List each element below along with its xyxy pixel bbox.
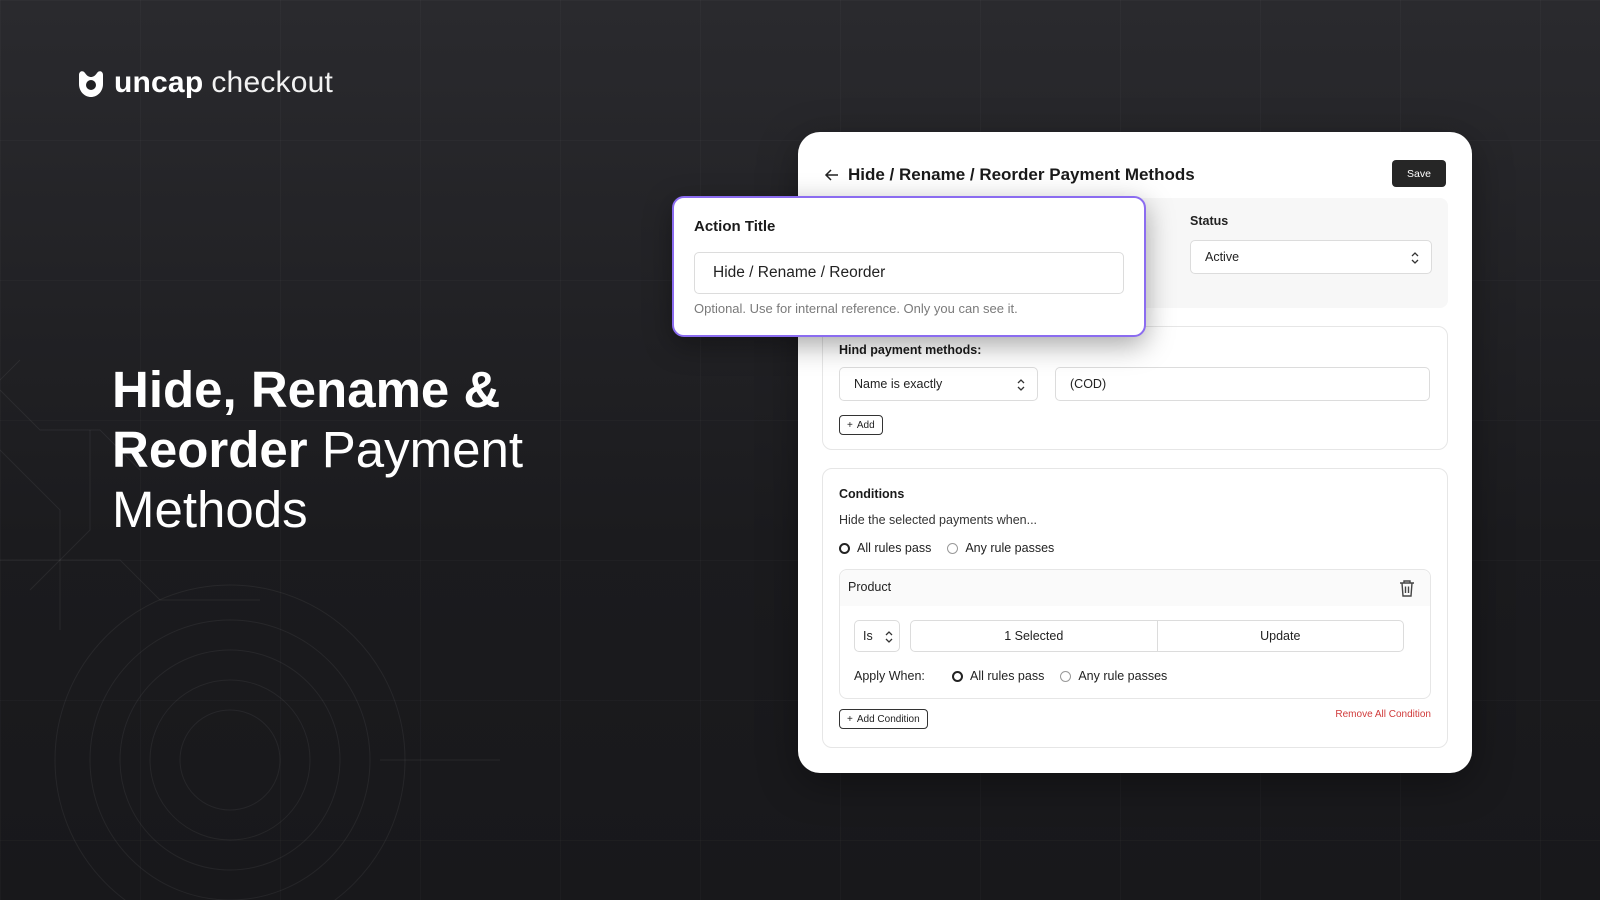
conditions-mode-radio-group: All rules pass Any rule passes [839, 541, 1054, 555]
trash-icon[interactable] [1398, 578, 1416, 598]
conditions-section: Conditions Hide the selected payments wh… [822, 468, 1448, 748]
hero-heading: Hide, Rename & Reorder Payment Methods [112, 360, 592, 540]
apply-radio-any-label: Any rule passes [1078, 669, 1168, 683]
update-button[interactable]: Update [1156, 621, 1404, 651]
radio-all-rules-pass[interactable] [839, 542, 850, 554]
apply-radio-all-rules-pass[interactable] [952, 670, 963, 682]
rule-header: Product [840, 570, 1430, 606]
back-arrow-icon[interactable] [824, 167, 840, 183]
add-condition-button[interactable]: + Add Condition [839, 709, 928, 729]
plus-icon: + [847, 713, 853, 725]
conditions-subtitle: Hide the selected payments when... [839, 513, 1038, 527]
action-title-help: Optional. Use for internal reference. On… [694, 301, 1018, 316]
action-title-popup: Action Title Hide / Rename / Reorder Opt… [672, 196, 1146, 337]
status-select[interactable]: Active [1190, 240, 1432, 274]
match-type-value: Name is exactly [854, 377, 943, 391]
brand-logo: uncap checkout [76, 66, 333, 100]
save-button[interactable]: Save [1392, 160, 1446, 187]
brand-name-light: checkout [211, 66, 334, 99]
action-title-input[interactable]: Hide / Rename / Reorder [694, 252, 1124, 294]
status-value: Active [1205, 250, 1240, 264]
payment-method-name-value: (COD) [1070, 377, 1107, 391]
conditions-label: Conditions [839, 487, 905, 501]
apply-radio-all-label: All rules pass [970, 669, 1045, 683]
selected-count[interactable]: 1 Selected [911, 621, 1157, 651]
chevron-updown-icon [885, 631, 893, 643]
hero-line-1: Hide, Rename & [112, 361, 501, 418]
hero-line-3: Methods [112, 481, 308, 538]
condition-rule-card: Product Is 1 Selected Update Apply When:… [839, 569, 1431, 699]
radio-all-rules-label: All rules pass [857, 541, 932, 555]
action-title-value: Hide / Rename / Reorder [713, 264, 886, 281]
rule-name: Product [848, 580, 892, 594]
plus-icon: + [847, 419, 853, 431]
radio-any-rule-label: Any rule passes [965, 541, 1055, 555]
operator-value: Is [863, 629, 873, 643]
hero-line-2-light: Payment [321, 421, 523, 478]
action-title-label: Action Title [694, 218, 776, 235]
product-selection-control: 1 Selected Update [910, 620, 1404, 652]
brand-name-bold: uncap [114, 66, 204, 99]
add-method-button[interactable]: + Add [839, 415, 883, 435]
logo-icon [79, 71, 103, 97]
apply-when-label: Apply When: [854, 669, 925, 683]
status-label: Status [1190, 214, 1229, 228]
operator-select[interactable]: Is [854, 620, 900, 652]
chevron-updown-icon [1411, 252, 1419, 264]
hero-line-2-bold: Reorder [112, 421, 308, 478]
remove-all-conditions-link[interactable]: Remove All Condition [1335, 709, 1431, 720]
payment-method-name-input[interactable]: (COD) [1055, 367, 1430, 401]
panel-title: Hide / Rename / Reorder Payment Methods [848, 165, 1195, 184]
apply-when-radio-group: All rules pass Any rule passes [952, 669, 1167, 683]
add-method-label: Add [856, 419, 875, 431]
add-condition-label: Add Condition [856, 713, 920, 725]
hide-payment-methods-section: Hind payment methods: Name is exactly (C… [822, 326, 1448, 450]
chevron-updown-icon [1017, 379, 1025, 391]
match-type-select[interactable]: Name is exactly [839, 367, 1038, 401]
radio-any-rule-passes[interactable] [947, 542, 959, 554]
hide-methods-label: Hind payment methods: [839, 343, 982, 357]
panel-header: Hide / Rename / Reorder Payment Methods … [824, 160, 1446, 190]
apply-radio-any-rule-passes[interactable] [1060, 670, 1072, 682]
